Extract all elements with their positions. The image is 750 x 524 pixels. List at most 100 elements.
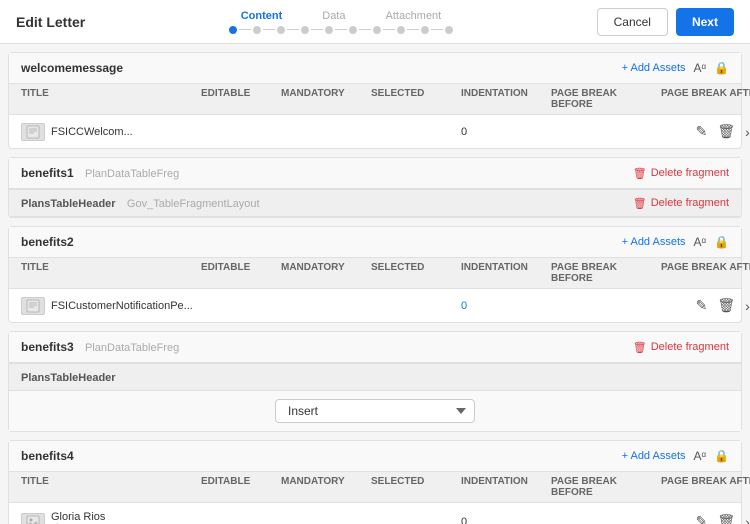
aa-icon-welcomemessage[interactable]: Aᵅ — [694, 61, 707, 75]
steps-labels: Content Data Attachment — [241, 10, 441, 22]
indentation-val: 0 — [461, 126, 551, 138]
sig-title-group: Gloria Rios signature.png — [51, 509, 112, 524]
section-title-group: benefits3 PlanDataTableFreg — [21, 340, 179, 354]
table-row: Gloria Rios signature.png 0 ✎ 🗑 › + — [9, 503, 741, 524]
insert-select[interactable]: Insert — [275, 399, 475, 423]
aa-icon-benefits2[interactable]: Aᵅ — [694, 235, 707, 249]
edit-button[interactable]: ✎ — [693, 295, 711, 316]
section-header-benefits3: benefits3 PlanDataTableFreg 🗑 Delete fra… — [9, 332, 741, 363]
cell-title: FSICCWelcom... — [21, 123, 201, 141]
col-mandatory: MANDATORY — [281, 88, 371, 110]
section-benefits4: benefits4 + Add Assets Aᵅ 🔒 TITLE EDITAB… — [8, 440, 742, 524]
trash-icon: 🗑 — [633, 341, 647, 354]
delete-button[interactable]: 🗑 — [714, 295, 738, 316]
dot-5 — [325, 26, 333, 34]
lock-icon-benefits4: 🔒 — [714, 449, 729, 463]
step-content-label: Content — [241, 10, 283, 22]
col-title: TITLE — [21, 476, 201, 498]
col-editable: EDITABLE — [201, 476, 281, 498]
col-pafter: PAGE BREAK AFTER — [661, 262, 750, 284]
dot-7 — [373, 26, 381, 34]
fragment-title: PlansTableHeader — [21, 198, 116, 210]
section-title: benefits3 — [21, 340, 74, 354]
add-assets-button-welcomemessage[interactable]: + Add Assets — [622, 62, 686, 74]
add-assets-button-benefits4[interactable]: + Add Assets — [622, 450, 686, 462]
fragment-header: PlansTableHeader Gov_TableFragmentLayout… — [9, 190, 741, 217]
section-title: benefits2 — [21, 235, 74, 249]
col-selected: SELECTED — [371, 476, 461, 498]
dot-4 — [301, 26, 309, 34]
next-button[interactable]: Next — [676, 8, 734, 36]
fragment-title: PlansTableHeader — [21, 372, 116, 384]
section-title-group: welcomemessage — [21, 61, 123, 75]
col-editable: EDITABLE — [201, 262, 281, 284]
section-actions: + Add Assets Aᵅ 🔒 — [622, 61, 729, 75]
cancel-button[interactable]: Cancel — [597, 8, 668, 36]
row-actions: ✎ 🗑 › + — [661, 121, 750, 142]
section-benefits1: benefits1 PlanDataTableFreg 🗑 Delete fra… — [8, 157, 742, 218]
delete-fragment-button-benefits1[interactable]: 🗑 Delete fragment — [633, 167, 729, 180]
table-header-welcomemessage: TITLE EDITABLE MANDATORY SELECTED INDENT… — [9, 84, 741, 115]
delete-fragment-button-benefits3[interactable]: 🗑 Delete fragment — [633, 341, 729, 354]
section-header-welcomemessage: welcomemessage + Add Assets Aᵅ 🔒 — [9, 53, 741, 84]
header-actions: Cancel Next — [597, 8, 734, 36]
doc-icon — [21, 297, 45, 315]
indentation-val-blue: 0 — [461, 300, 551, 312]
col-indentation: INDENTATION — [461, 88, 551, 110]
dot-3 — [277, 26, 285, 34]
col-selected: SELECTED — [371, 88, 461, 110]
section-title: benefits1 — [21, 166, 74, 180]
trash-icon: 🗑 — [633, 197, 647, 210]
step-data-label: Data — [322, 10, 345, 22]
lock-icon-benefits2: 🔒 — [714, 235, 729, 249]
row-title-text: FSICCWelcom... — [51, 126, 133, 138]
col-indentation: INDENTATION — [461, 476, 551, 498]
col-pbefore: PAGE BREAK BEFORE — [551, 88, 661, 110]
section-welcomemessage: welcomemessage + Add Assets Aᵅ 🔒 TITLE E… — [8, 52, 742, 149]
section-header-benefits2: benefits2 + Add Assets Aᵅ 🔒 — [9, 227, 741, 258]
chevron-button[interactable]: › — [742, 296, 750, 316]
page-title: Edit Letter — [16, 14, 85, 30]
col-pbefore: PAGE BREAK BEFORE — [551, 262, 661, 284]
edit-button[interactable]: ✎ — [693, 511, 711, 524]
dot-2 — [253, 26, 261, 34]
table-row: FSICustomerNotificationPe... 0 ✎ 🗑 › + — [9, 289, 741, 322]
table-row: FSICCWelcom... 0 ✎ 🗑 › + — [9, 115, 741, 148]
chevron-button[interactable]: › — [742, 512, 750, 524]
col-editable: EDITABLE — [201, 88, 281, 110]
delete-sub-fragment-button[interactable]: 🗑 Delete fragment — [633, 197, 729, 210]
col-title: TITLE — [21, 262, 201, 284]
chevron-button[interactable]: › — [742, 122, 750, 142]
section-benefits3: benefits3 PlanDataTableFreg 🗑 Delete fra… — [8, 331, 742, 432]
row-actions: ✎ 🗑 › + — [661, 511, 750, 524]
delete-button[interactable]: 🗑 — [714, 121, 738, 142]
fragment-planstableheader-1: PlansTableHeader Gov_TableFragmentLayout… — [9, 189, 741, 217]
main-content: welcomemessage + Add Assets Aᵅ 🔒 TITLE E… — [0, 44, 750, 524]
section-actions: 🗑 Delete fragment — [633, 341, 729, 354]
section-header-benefits1: benefits1 PlanDataTableFreg 🗑 Delete fra… — [9, 158, 741, 189]
dot-6 — [349, 26, 357, 34]
insert-row: Insert — [9, 391, 741, 431]
row-actions: ✎ 🗑 › + — [661, 295, 750, 316]
section-title-group: benefits4 — [21, 449, 74, 463]
add-assets-button-benefits2[interactable]: + Add Assets — [622, 236, 686, 248]
row-title-text: FSICustomerNotificationPe... — [51, 300, 193, 312]
dot-8 — [397, 26, 405, 34]
col-pbefore: PAGE BREAK BEFORE — [551, 476, 661, 498]
steps-dots — [227, 26, 455, 34]
section-subtitle: PlanDataTableFreg — [85, 168, 179, 180]
edit-button[interactable]: ✎ — [693, 121, 711, 142]
aa-icon-benefits4[interactable]: Aᵅ — [694, 449, 707, 463]
wizard-steps: Content Data Attachment — [227, 10, 455, 34]
table-header-benefits4: TITLE EDITABLE MANDATORY SELECTED INDENT… — [9, 472, 741, 503]
delete-button[interactable]: 🗑 — [714, 511, 738, 524]
section-subtitle: PlanDataTableFreg — [85, 342, 179, 354]
col-pafter: PAGE BREAK AFTER — [661, 88, 750, 110]
section-title-group: benefits1 PlanDataTableFreg — [21, 166, 179, 180]
indentation-val: 0 — [461, 516, 551, 524]
cell-title: FSICustomerNotificationPe... — [21, 297, 201, 315]
section-title-group: benefits2 — [21, 235, 74, 249]
section-title: benefits4 — [21, 449, 74, 463]
trash-icon: 🗑 — [633, 167, 647, 180]
header: Edit Letter Content Data Attachment — [0, 0, 750, 44]
